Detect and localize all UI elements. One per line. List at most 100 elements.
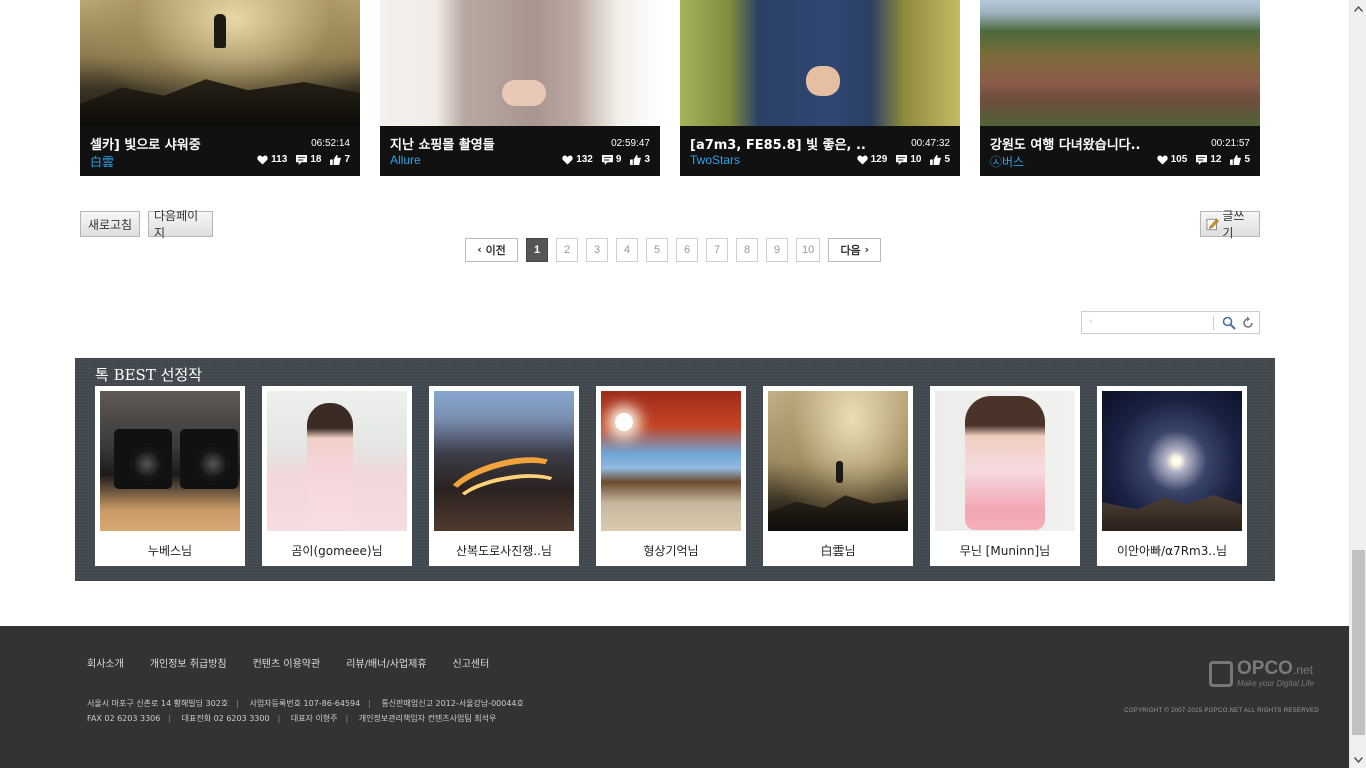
comment-icon <box>601 154 613 165</box>
post-author[interactable]: Allure <box>390 153 421 167</box>
recommend-count: 7 <box>344 154 350 165</box>
best-author[interactable]: 이안아빠/α7Rm3..님 <box>1097 542 1247 559</box>
best-item[interactable]: 누베스님 <box>95 386 245 566</box>
best-author[interactable]: 무닌 [Muninn]님 <box>930 542 1080 559</box>
page-link[interactable]: 5 <box>646 237 668 262</box>
post-author[interactable]: 白雲 <box>90 153 114 170</box>
post-card[interactable]: 셀카] 빛으로 샤워중 06:52:14 白雲 113 18 7 <box>80 0 360 176</box>
post-thumbnail[interactable] <box>980 0 1260 126</box>
heart-icon <box>257 154 268 165</box>
next-page-link[interactable]: 다음 › <box>828 237 882 262</box>
best-author[interactable]: 곰이(gomeee)님 <box>262 542 412 559</box>
pagination: ‹ 이전 1 2 3 4 5 6 7 8 9 10 다음 › <box>465 237 882 262</box>
comment-count: 18 <box>310 154 322 165</box>
post-author[interactable]: ㉦버스 <box>990 153 1024 170</box>
post-card[interactable]: [a7m3, FE85.8] 빛 좋은, .. 00:47:32 TwoStar… <box>680 0 960 176</box>
best-item[interactable]: 형상기억님 <box>596 386 746 566</box>
best-thumbnail[interactable] <box>100 391 240 531</box>
footer-link-report[interactable]: 신고센터 <box>453 655 490 670</box>
heart-icon <box>562 154 573 165</box>
best-thumbnail[interactable] <box>434 391 574 531</box>
footer-link-privacy[interactable]: 개인정보 취급방침 <box>150 655 227 670</box>
footer-link-partnership[interactable]: 리뷰/배너/사업제휴 <box>346 655 426 670</box>
page-link[interactable]: 8 <box>736 237 758 262</box>
page: 셀카] 빛으로 샤워중 06:52:14 白雲 113 18 7 지난 쇼핑몰 … <box>0 0 1349 768</box>
page-link[interactable]: 9 <box>766 237 788 262</box>
best-author[interactable]: 산복도로사진쟁..님 <box>429 542 579 559</box>
popco-logo[interactable]: OPCO.net Make your Digital Life <box>1209 658 1319 688</box>
post-time: 00:21:57 <box>1211 138 1250 149</box>
comment-count: 9 <box>615 154 622 165</box>
page-link[interactable]: 2 <box>556 237 578 262</box>
post-title[interactable]: 셀카] 빛으로 샤워중 <box>90 134 295 153</box>
best-author[interactable]: 누베스님 <box>95 542 245 559</box>
search-input[interactable] <box>1098 315 1210 331</box>
post-card[interactable]: 강원도 여행 다녀왔습니다.. 00:21:57 ㉦버스 105 12 5 <box>980 0 1260 176</box>
heart-icon <box>856 154 868 165</box>
page-link[interactable]: 1 <box>526 237 548 262</box>
post-time: 00:47:32 <box>911 138 950 149</box>
scroll-down-arrow-icon[interactable] <box>1350 751 1366 768</box>
write-button-label: 글쓰기 <box>1222 209 1245 240</box>
like-count: 129 <box>870 154 888 165</box>
post-thumbnail[interactable] <box>680 0 960 126</box>
best-thumbnail[interactable] <box>935 391 1075 531</box>
post-thumbnail[interactable] <box>380 0 660 126</box>
best-thumbnail[interactable] <box>267 391 407 531</box>
best-item[interactable]: 무닌 [Muninn]님 <box>930 386 1080 566</box>
best-thumbnail[interactable] <box>768 391 908 531</box>
post-card[interactable]: 지난 쇼핑몰 촬영들 02:59:47 Allure 132 9 3 <box>380 0 660 176</box>
prev-page-button[interactable]: ‹ 이전 <box>465 237 518 262</box>
page-link[interactable]: 6 <box>676 237 698 262</box>
best-author[interactable]: 白雲님 <box>763 542 913 559</box>
best-item[interactable]: 白雲님 <box>763 386 913 566</box>
post-stats: 129 10 5 <box>856 154 950 165</box>
best-author[interactable]: 형상기억님 <box>596 542 746 559</box>
like-count: 105 <box>1170 154 1188 165</box>
pencil-icon <box>1206 218 1219 231</box>
scrollbar-thumb[interactable] <box>1352 550 1365 735</box>
best-thumbnail[interactable] <box>1102 391 1242 531</box>
page-link[interactable]: 7 <box>706 237 728 262</box>
copyright: COPYRIGHT © 2007-2015 POPCO.NET ALL RIGH… <box>1124 708 1319 714</box>
page-link[interactable]: 3 <box>586 237 608 262</box>
page-link[interactable]: 4 <box>616 237 638 262</box>
best-item[interactable]: 곰이(gomeee)님 <box>262 386 412 566</box>
page-link[interactable]: 10 <box>796 237 821 262</box>
caret-icon: ‹ <box>1089 317 1093 327</box>
comment-icon <box>896 154 908 165</box>
best-title: 톡 BEST 선정작 <box>95 366 202 384</box>
ecommerce-number: 통신판매업신고 2012-서울강남-00044호 <box>381 699 524 708</box>
post-title[interactable]: 강원도 여행 다녀왔습니다.. <box>990 134 1195 153</box>
footer-link-about[interactable]: 회사소개 <box>87 655 124 670</box>
refresh-button[interactable]: 새로고침 <box>80 211 140 237</box>
business-number: 사업자등록번호 107-86-64594 <box>249 699 361 708</box>
search-box: ‹ <box>1081 311 1260 334</box>
comment-count: 10 <box>910 154 922 165</box>
post-author[interactable]: TwoStars <box>690 153 740 167</box>
best-item[interactable]: 이안아빠/α7Rm3..님 <box>1097 386 1247 566</box>
address: 서울시 마포구 신촌로 14 황해빌딩 302호 <box>87 699 229 708</box>
recommend-count: 5 <box>1244 154 1250 165</box>
like-count: 132 <box>576 154 593 165</box>
vertical-scrollbar[interactable] <box>1349 0 1366 768</box>
footer-link-terms[interactable]: 컨텐츠 이용약관 <box>253 655 321 670</box>
recommend-count: 5 <box>944 154 950 165</box>
logo-tagline: Make your Digital Life <box>1237 679 1314 688</box>
thumbs-up-icon <box>630 154 642 165</box>
recommend-count: 3 <box>644 154 650 165</box>
post-title[interactable]: [a7m3, FE85.8] 빛 좋은, .. <box>690 134 895 153</box>
best-item[interactable]: 산복도로사진쟁..님 <box>429 386 579 566</box>
prev-label: 이전 <box>485 243 506 257</box>
scroll-up-arrow-icon[interactable] <box>1350 0 1366 17</box>
logo-wordmark: OPCO.net <box>1237 658 1313 679</box>
search-icon[interactable] <box>1222 316 1236 330</box>
next-page-button[interactable]: 다음페이지 <box>148 209 213 240</box>
post-title[interactable]: 지난 쇼핑몰 촬영들 <box>390 134 595 153</box>
footer-links: 회사소개 개인정보 취급방침 컨텐츠 이용약관 리뷰/배너/사업제휴 신고센터 <box>87 655 489 670</box>
thumbs-up-icon <box>930 154 942 165</box>
reset-icon[interactable] <box>1241 316 1255 330</box>
best-thumbnail[interactable] <box>601 391 741 531</box>
post-thumbnail[interactable] <box>80 0 360 126</box>
write-button[interactable]: 글쓰기 <box>1200 209 1260 240</box>
